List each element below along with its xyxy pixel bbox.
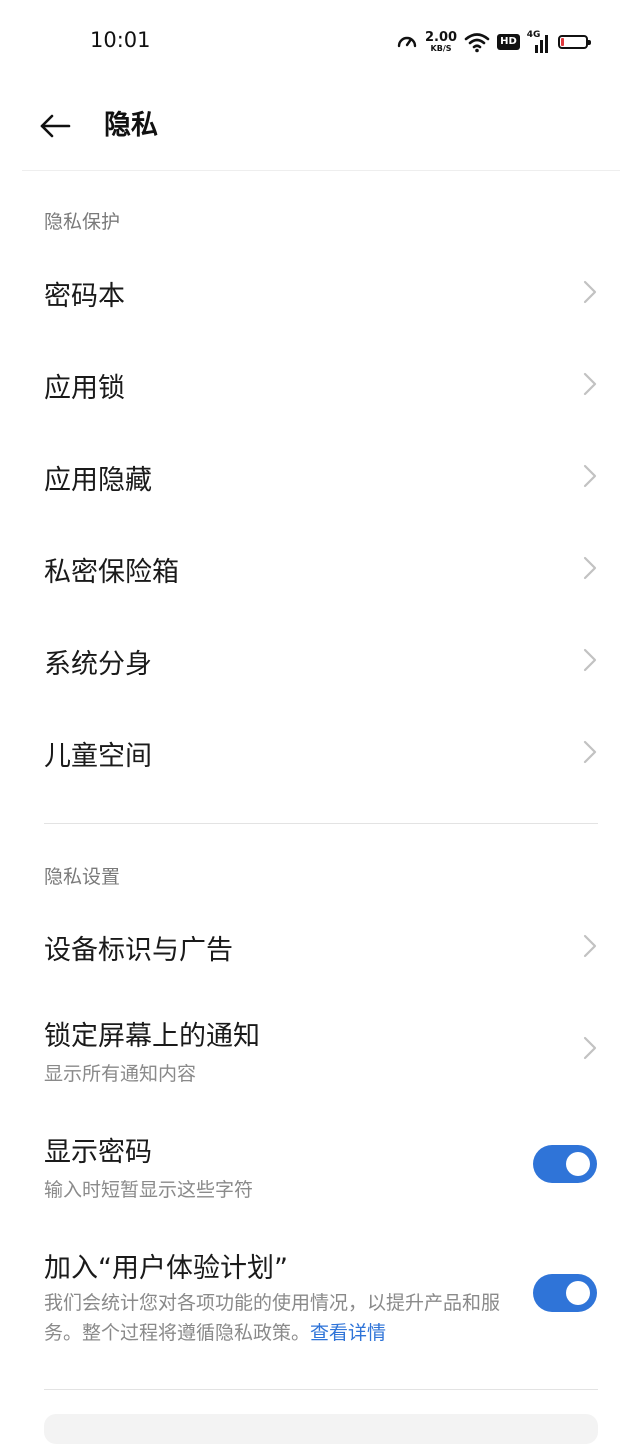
view-details-link[interactable]: 查看详情	[310, 1322, 386, 1344]
list-item-label: 锁定屏幕上的通知	[44, 1021, 260, 1052]
show-password-toggle[interactable]	[533, 1145, 597, 1183]
arrow-left-icon	[40, 114, 71, 138]
list-item-kids-space[interactable]: 儿童空间	[0, 706, 640, 798]
signal-icon: 4G	[526, 30, 551, 53]
next-section-card	[44, 1414, 598, 1444]
list-item-label: 显示密码	[44, 1137, 152, 1168]
list-item-app-lock[interactable]: 应用锁	[0, 338, 640, 430]
page-title: 隐私	[104, 110, 158, 141]
chevron-right-icon	[583, 280, 597, 304]
chevron-right-icon	[583, 648, 597, 672]
header-divider	[22, 170, 620, 171]
section-title-privacy-settings: 隐私设置	[44, 866, 121, 888]
network-speed-unit: KB/S	[430, 44, 452, 53]
chevron-right-icon	[583, 372, 597, 396]
section-title-privacy-protection: 隐私保护	[44, 211, 121, 233]
network-speed: 2.00 KB/S	[425, 31, 457, 53]
battery-level	[560, 38, 564, 46]
wifi-icon	[464, 33, 490, 53]
list-item-lock-screen-notifications[interactable]: 锁定屏幕上的通知 显示所有通知内容	[0, 996, 640, 1100]
list-item-device-ads[interactable]: 设备标识与广告	[0, 900, 640, 992]
chevron-right-icon	[583, 934, 597, 958]
back-button[interactable]	[36, 106, 76, 146]
program-description: 我们会统计您对各项功能的使用情况，以提升产品和服务。整个过程将遵循隐私政策。查看…	[44, 1288, 504, 1348]
hd-badge: HD	[497, 34, 520, 50]
section-divider	[44, 823, 598, 824]
list-item-label: 设备标识与广告	[44, 935, 233, 966]
list-item-system-clone[interactable]: 系统分身	[0, 614, 640, 706]
chevron-right-icon	[583, 1036, 597, 1060]
chevron-right-icon	[583, 464, 597, 488]
speedometer-icon	[397, 36, 417, 48]
section-divider	[44, 1389, 598, 1390]
list-item-private-safe[interactable]: 私密保险箱	[0, 522, 640, 614]
battery-icon	[557, 35, 591, 49]
list-item-label: 密码本	[44, 281, 125, 312]
status-icons: 2.00 KB/S HD 4G	[396, 26, 591, 58]
list-item-label: 儿童空间	[44, 741, 152, 772]
list-item-label: 应用隐藏	[44, 465, 152, 496]
program-description-text: 我们会统计您对各项功能的使用情况，以提升产品和服务。整个过程将遵循隐私政策。	[44, 1292, 501, 1344]
list-item-password-book[interactable]: 密码本	[0, 246, 640, 338]
list-item-user-experience-program: 加入“用户体验计划” 我们会统计您对各项功能的使用情况，以提升产品和服务。整个过…	[0, 1230, 640, 1360]
user-experience-program-toggle[interactable]	[533, 1274, 597, 1312]
list-item-show-password: 显示密码 输入时短暂显示这些字符	[0, 1112, 640, 1216]
status-time: 10:01	[90, 28, 151, 52]
list-item-label: 私密保险箱	[44, 557, 179, 588]
list-item-label: 应用锁	[44, 373, 125, 404]
network-type-label: 4G	[526, 30, 541, 40]
chevron-right-icon	[583, 556, 597, 580]
list-item-app-hide[interactable]: 应用隐藏	[0, 430, 640, 522]
chevron-right-icon	[583, 740, 597, 764]
list-item-subtitle: 显示所有通知内容	[44, 1063, 197, 1085]
list-item-label: 加入“用户体验计划”	[44, 1253, 288, 1284]
list-item-subtitle: 输入时短暂显示这些字符	[44, 1179, 254, 1201]
list-item-label: 系统分身	[44, 649, 152, 680]
network-speed-value: 2.00	[425, 30, 458, 45]
